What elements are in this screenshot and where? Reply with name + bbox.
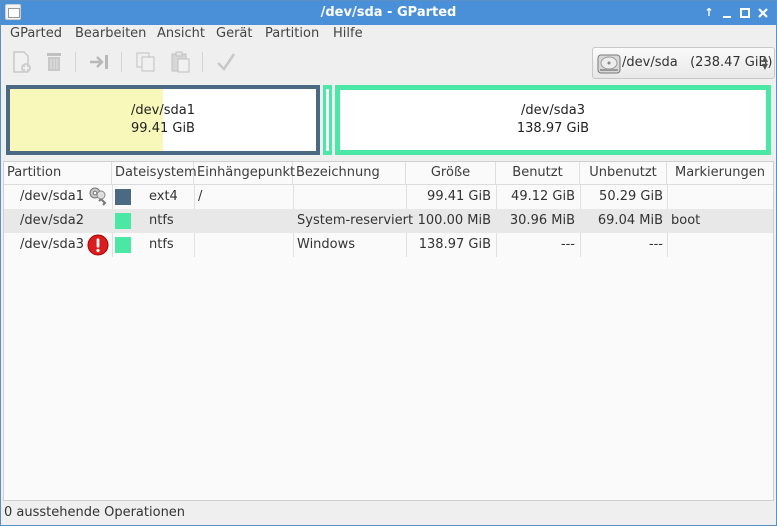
toolbar: /dev/sda (238.47 GiB) ▲ ▼: [1, 43, 776, 81]
apply-icon[interactable]: [214, 50, 238, 74]
cell-filesystem: ntfs: [149, 237, 174, 252]
cell-label: System-reserviert: [297, 213, 414, 228]
minimize-icon[interactable]: [719, 5, 735, 21]
col-unbenutzt[interactable]: Unbenutzt: [580, 162, 667, 184]
table-row-sda2[interactable]: /dev/sda2 ntfs System-reserviert 100.00 …: [4, 209, 773, 233]
menu-ansicht[interactable]: Ansicht: [157, 25, 205, 43]
sda2-usage-bar: [326, 89, 329, 151]
col-markierungen[interactable]: Markierungen: [667, 162, 773, 184]
table-row-sda1[interactable]: /dev/sda1 ext4 / 99.41 GiB 49.12 GiB 50.…: [4, 185, 773, 209]
sda3-graph-size: 138.97 GiB: [516, 121, 590, 136]
cell-label: Windows: [297, 237, 356, 252]
status-bar: 0 ausstehende Operationen: [1, 502, 776, 525]
col-groesse[interactable]: Größe: [406, 162, 496, 184]
cell-mountpoint: /: [198, 189, 203, 204]
graph-partition-sda1[interactable]: /dev/sda1 99.41 GiB: [6, 85, 320, 155]
cell-unused: ---: [648, 237, 663, 252]
menu-bearbeiten[interactable]: Bearbeiten: [75, 25, 146, 43]
device-name: /dev/sda: [622, 55, 678, 70]
copy-icon[interactable]: [134, 50, 158, 74]
table-header: Partition Dateisystem Einhängepunkt Beze…: [4, 162, 773, 185]
cell-flags: boot: [671, 213, 701, 228]
menu-partition[interactable]: Partition: [265, 25, 319, 43]
sda3-usage-bar: /dev/sda3 138.97 GiB: [340, 90, 766, 150]
cell-size: 100.00 MiB: [417, 213, 491, 228]
cell-partition: /dev/sda3: [20, 237, 84, 252]
sda3-graph-name: /dev/sda3: [521, 103, 585, 118]
warning-icon: [87, 234, 109, 256]
col-bezeichnung[interactable]: Bezeichnung: [293, 162, 406, 184]
chevron-updown-icon: ▲ ▼: [761, 54, 769, 71]
cell-unused: 69.04 MiB: [597, 213, 663, 228]
fs-color-swatch: [115, 189, 131, 205]
cell-size: 99.41 GiB: [427, 189, 491, 204]
col-partition[interactable]: Partition: [4, 162, 112, 184]
partition-table: Partition Dateisystem Einhängepunkt Beze…: [3, 161, 774, 501]
cell-unused: 50.29 GiB: [599, 189, 663, 204]
cell-used: 30.96 MiB: [509, 213, 575, 228]
hard-disk-icon: [597, 53, 621, 75]
cell-partition: /dev/sda2: [20, 213, 84, 228]
col-einhaengepunkt[interactable]: Einhängepunkt: [194, 162, 295, 184]
keep-above-icon[interactable]: ↑: [701, 5, 717, 21]
partition-graph: /dev/sda1 99.41 GiB /dev/sda3 138.97 GiB: [1, 81, 776, 159]
delete-icon[interactable]: [42, 50, 66, 74]
col-benutzt[interactable]: Benutzt: [496, 162, 580, 184]
menu-geraet[interactable]: Gerät: [216, 25, 252, 43]
title-bar: /dev/sda - GParted ↑: [1, 1, 776, 25]
key-icon: [87, 186, 109, 208]
device-select[interactable]: /dev/sda (238.47 GiB) ▲ ▼: [592, 47, 775, 79]
cell-size: 138.97 GiB: [418, 237, 491, 252]
menu-hilfe[interactable]: Hilfe: [333, 25, 363, 43]
maximize-icon[interactable]: [737, 5, 753, 21]
menu-gparted[interactable]: GParted: [10, 25, 62, 43]
sda1-graph-name: /dev/sda1: [131, 103, 195, 118]
pending-operations-status: 0 ausstehende Operationen: [4, 505, 186, 520]
device-label: /dev/sda (238.47 GiB): [622, 48, 772, 78]
close-icon[interactable]: [755, 5, 771, 21]
fs-color-swatch: [115, 213, 131, 229]
sda1-graph-size: 99.41 GiB: [131, 121, 195, 136]
gparted-window: /dev/sda - GParted ↑ GParted Bearbeiten …: [0, 0, 777, 526]
table-row-sda3[interactable]: /dev/sda3 ntfs Windows 138.97 GiB --- --…: [4, 233, 773, 257]
col-dateisystem[interactable]: Dateisystem: [112, 162, 197, 184]
toolbar-separator: [75, 52, 76, 72]
graph-partition-sda2[interactable]: [323, 85, 332, 155]
graph-partition-sda3[interactable]: /dev/sda3 138.97 GiB: [335, 85, 771, 155]
fs-color-swatch: [115, 237, 131, 253]
cell-partition: /dev/sda1: [20, 189, 84, 204]
cell-used: 49.12 GiB: [511, 189, 575, 204]
cell-used: ---: [560, 237, 575, 252]
paste-icon[interactable]: [168, 50, 192, 74]
cell-filesystem: ntfs: [149, 213, 174, 228]
new-partition-icon[interactable]: [9, 50, 33, 74]
toolbar-separator: [202, 52, 203, 72]
toolbar-separator: [121, 52, 122, 72]
sda1-usage-bar: /dev/sda1 99.41 GiB: [10, 89, 316, 151]
resize-move-icon[interactable]: [87, 50, 111, 74]
cell-filesystem: ext4: [149, 189, 178, 204]
menu-bar: GParted Bearbeiten Ansicht Gerät Partiti…: [1, 25, 776, 43]
window-title: /dev/sda - GParted: [320, 5, 457, 20]
